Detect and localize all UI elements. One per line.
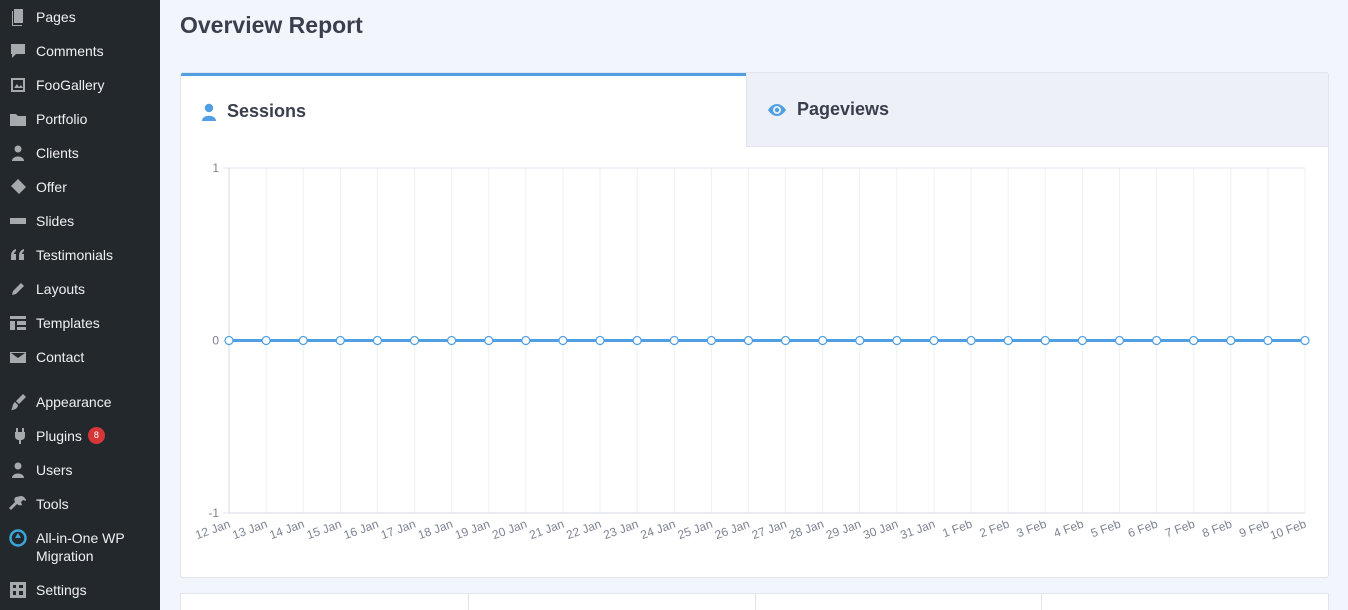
data-point [447, 335, 457, 346]
x-tick-label: 31 Jan [898, 517, 937, 542]
data-point [818, 335, 828, 346]
x-tick-label: 27 Jan [750, 517, 789, 542]
x-tick-label: 17 Jan [379, 517, 418, 542]
x-tick-label: 5 Feb [1089, 517, 1123, 541]
data-point [1003, 335, 1013, 346]
data-point [706, 335, 716, 346]
data-point [743, 335, 754, 346]
y-tick-label: 1 [212, 161, 219, 175]
x-tick-label: 2 Feb [978, 517, 1012, 541]
x-tick-label: 12 Jan [193, 517, 232, 542]
x-tick-label: 7 Feb [1163, 517, 1197, 541]
x-tick-label: 15 Jan [305, 517, 344, 542]
stat-box-1 [180, 593, 469, 610]
data-point [261, 335, 271, 346]
x-tick-label: 22 Jan [564, 517, 603, 542]
x-tick-label: 9 Feb [1237, 517, 1271, 541]
x-tick-label: 8 Feb [1200, 517, 1234, 541]
data-point [892, 335, 902, 346]
x-tick-label: 19 Jan [453, 517, 492, 542]
data-point [1226, 335, 1236, 346]
x-tick-label: 13 Jan [230, 517, 269, 542]
stat-box-2 [468, 593, 756, 610]
data-point [855, 335, 865, 346]
x-tick-label: 20 Jan [490, 517, 529, 542]
data-point [966, 335, 976, 346]
x-tick-label: 4 Feb [1052, 517, 1086, 541]
x-tick-label: 29 Jan [824, 517, 863, 542]
y-tick-label: 0 [212, 334, 219, 348]
data-point [484, 335, 494, 346]
x-tick-label: 1 Feb [940, 517, 974, 541]
data-point [1263, 335, 1273, 346]
x-tick-label: 30 Jan [861, 517, 900, 542]
x-tick-label: 14 Jan [268, 517, 307, 542]
data-point [929, 335, 939, 346]
x-tick-label: 23 Jan [602, 517, 641, 542]
data-point [335, 335, 345, 346]
data-point [1151, 335, 1162, 346]
data-point [521, 335, 531, 346]
x-tick-label: 24 Jan [639, 517, 678, 542]
data-point [1300, 335, 1310, 346]
data-point [558, 335, 568, 346]
data-point [669, 335, 679, 346]
x-tick-label: 16 Jan [342, 517, 381, 542]
x-tick-label: 3 Feb [1015, 517, 1049, 541]
x-tick-label: 21 Jan [527, 517, 566, 542]
data-point [1114, 335, 1125, 346]
data-point [780, 335, 791, 346]
x-tick-label: 6 Feb [1126, 517, 1160, 541]
data-point [409, 335, 420, 346]
x-tick-label: 26 Jan [713, 517, 752, 542]
stat-box-4 [1041, 593, 1329, 610]
x-tick-label: 10 Feb [1268, 517, 1308, 543]
y-tick-label: -1 [208, 506, 219, 520]
data-point [1040, 335, 1050, 346]
data-point [1189, 335, 1199, 346]
data-point [595, 335, 605, 346]
x-tick-label: 18 Jan [416, 517, 455, 542]
data-point [372, 335, 383, 346]
data-point [1077, 335, 1087, 346]
stat-box-3 [755, 593, 1042, 610]
data-point [298, 335, 308, 346]
sessions-line-chart: 1 0 -112 Jan13 Jan14 Jan15 Jan16 Jan17 Jan… [193, 161, 1310, 543]
data-point [224, 335, 234, 346]
x-tick-label: 25 Jan [676, 517, 715, 542]
x-tick-label: 28 Jan [787, 517, 826, 542]
data-point [632, 335, 642, 346]
